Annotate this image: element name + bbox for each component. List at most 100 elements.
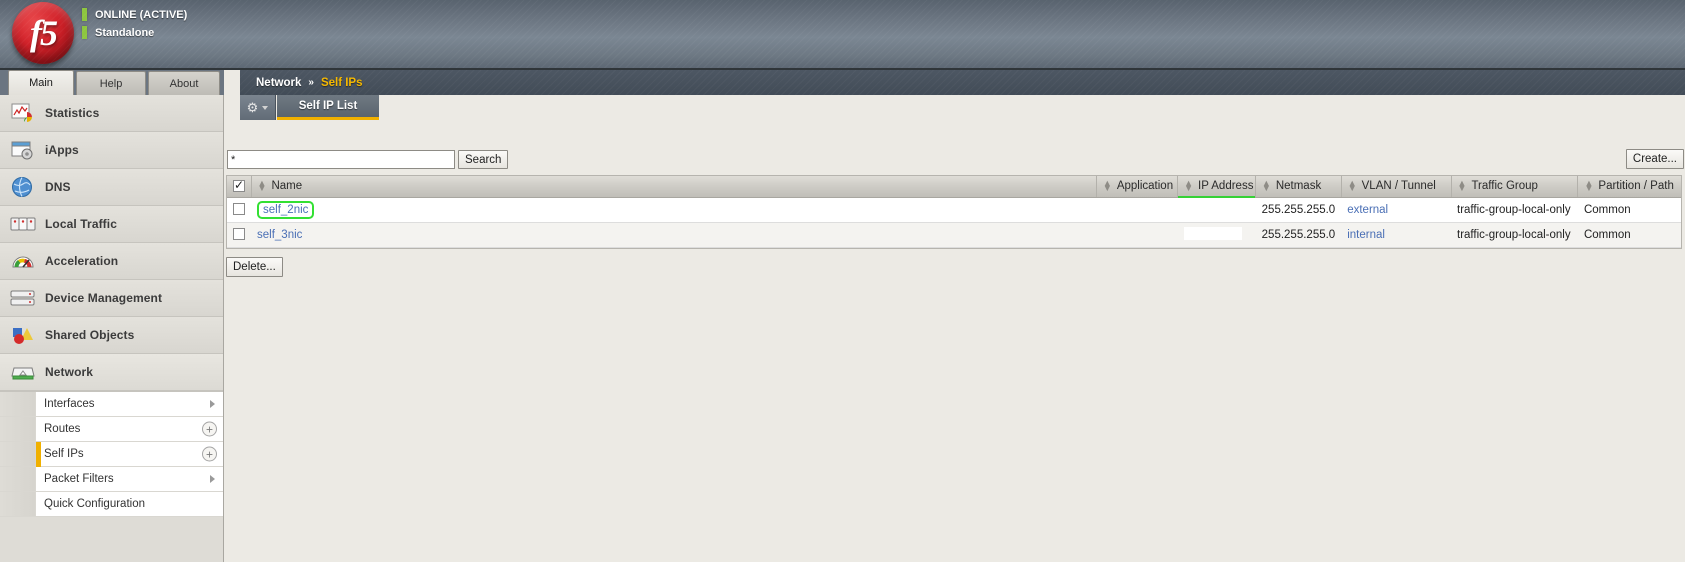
chevron-down-icon bbox=[262, 105, 269, 110]
sidebar-item-network[interactable]: Network bbox=[0, 354, 223, 391]
plus-circle-icon[interactable]: + bbox=[202, 446, 217, 462]
tab-main[interactable]: Main bbox=[8, 70, 74, 95]
sidebar-item-label: iApps bbox=[45, 143, 79, 157]
device-status-block: ONLINE (ACTIVE) Standalone bbox=[82, 7, 187, 43]
row-checkbox[interactable] bbox=[233, 228, 245, 241]
gear-icon: ⚙ bbox=[246, 100, 259, 115]
cell-netmask: 255.255.255.0 bbox=[1255, 197, 1342, 223]
cell-application bbox=[1096, 222, 1178, 248]
sort-icon: ▲ ▼ bbox=[1457, 178, 1467, 194]
search-button[interactable]: Search bbox=[458, 150, 509, 169]
sidebar-subitem-interfaces[interactable]: Interfaces bbox=[0, 392, 223, 417]
primary-nav-tabs: Main Help About bbox=[0, 70, 224, 95]
statistics-icon bbox=[10, 101, 36, 125]
column-header-partition-path[interactable]: ▲ ▼ Partition / Path bbox=[1577, 176, 1681, 198]
sidebar: Statistics iApps DNS Local Traffic Accel… bbox=[0, 95, 224, 562]
sidebar-subitem-self-ips[interactable]: Self IPs + bbox=[0, 442, 223, 467]
breadcrumb-current: Self IPs bbox=[320, 76, 363, 89]
app-header: f5 ONLINE (ACTIVE) Standalone bbox=[0, 0, 1685, 70]
sidebar-item-shared-objects[interactable]: Shared Objects bbox=[0, 317, 223, 354]
sidebar-subitem-label: Routes bbox=[44, 423, 81, 435]
sort-icon: ▲ ▼ bbox=[1584, 178, 1594, 194]
cell-vlan-tunnel: internal bbox=[1341, 222, 1452, 248]
sidebar-item-label: Acceleration bbox=[45, 254, 119, 268]
shared-objects-icon bbox=[10, 323, 36, 347]
sidebar-subitem-packet-filters[interactable]: Packet Filters bbox=[0, 467, 223, 492]
column-header-label: IP Address bbox=[1198, 180, 1254, 193]
tab-about[interactable]: About bbox=[148, 71, 220, 95]
vlan-link[interactable]: internal bbox=[1347, 229, 1385, 241]
tab-self-ip-list[interactable]: Self IP List bbox=[277, 95, 379, 120]
local-traffic-icon bbox=[10, 212, 36, 236]
cell-ip-address bbox=[1177, 222, 1256, 248]
search-input[interactable] bbox=[227, 150, 455, 169]
table-header-row: ▲▼ Name ▲▼ Application ▲▼ IP Address ▲▼ Netm… bbox=[227, 176, 1681, 198]
sidebar-item-label: Network bbox=[45, 365, 94, 379]
delete-button[interactable]: Delete... bbox=[226, 257, 283, 277]
self-ip-link[interactable]: self_2nic bbox=[263, 204, 308, 216]
sidebar-item-local-traffic[interactable]: Local Traffic bbox=[0, 206, 223, 243]
sidebar-item-label: Local Traffic bbox=[45, 217, 117, 231]
submenu-rail bbox=[0, 417, 36, 441]
cell-name: self_3nic bbox=[251, 222, 1097, 248]
status-indicator-icon bbox=[82, 8, 87, 21]
self-ip-link[interactable]: self_3nic bbox=[257, 229, 302, 241]
page-tabstrip: ⚙ Self IP List bbox=[240, 95, 1685, 120]
column-header-application[interactable]: ▲ ▼ Application bbox=[1096, 176, 1179, 198]
gear-menu-button[interactable]: ⚙ bbox=[240, 95, 276, 120]
row-select-cell bbox=[227, 222, 252, 248]
acceleration-gauge-icon bbox=[10, 249, 36, 273]
cell-partition-path: Common bbox=[1577, 222, 1681, 248]
table-row[interactable]: self_3nic 255.255.255.0 internal traffic… bbox=[227, 222, 1681, 248]
column-header-traffic-group[interactable]: ▲ ▼ Traffic Group bbox=[1451, 176, 1579, 198]
sort-icon: ▲ ▼ bbox=[1102, 178, 1112, 194]
breadcrumb-root[interactable]: Network bbox=[256, 77, 301, 89]
column-header-netmask[interactable]: ▲ ▼ Netmask bbox=[1255, 176, 1342, 198]
chevron-right-icon bbox=[210, 475, 215, 483]
select-all-checkbox[interactable] bbox=[233, 178, 245, 193]
tab-help[interactable]: Help bbox=[76, 71, 146, 95]
sidebar-item-acceleration[interactable]: Acceleration bbox=[0, 243, 223, 280]
cell-partition-path: Common bbox=[1577, 197, 1681, 223]
sidebar-item-dns[interactable]: DNS bbox=[0, 169, 223, 206]
column-header-label: Partition / Path bbox=[1598, 180, 1674, 193]
main-content: Network » Self IPs ⚙ Self IP List Search… bbox=[224, 70, 1685, 562]
status-secondary-label: Standalone bbox=[95, 26, 155, 39]
iapps-icon bbox=[10, 138, 36, 162]
table-body: self_2nic 255.255.255.0 external traffic… bbox=[227, 197, 1681, 248]
status-primary-label: ONLINE (ACTIVE) bbox=[95, 8, 188, 21]
sort-icon: ▲ ▼ bbox=[257, 178, 267, 194]
row-checkbox[interactable] bbox=[233, 203, 245, 216]
sidebar-subitem-quick-configuration[interactable]: Quick Configuration bbox=[0, 492, 223, 517]
dns-globe-icon bbox=[10, 175, 36, 199]
sidebar-subitem-label: Quick Configuration bbox=[44, 498, 145, 510]
self-ip-table: ▲▼ Name ▲▼ Application ▲▼ IP Address ▲▼ Netm… bbox=[227, 176, 1681, 248]
plus-circle-icon[interactable]: + bbox=[202, 421, 217, 437]
vlan-link[interactable]: external bbox=[1347, 204, 1388, 216]
cell-name: self_2nic bbox=[251, 197, 1097, 223]
column-header-name[interactable]: ▲ ▼ Name bbox=[251, 176, 1097, 198]
table-row[interactable]: self_2nic 255.255.255.0 external traffic… bbox=[227, 197, 1681, 223]
cell-netmask: 255.255.255.0 bbox=[1255, 222, 1342, 248]
sidebar-item-statistics[interactable]: Statistics bbox=[0, 95, 223, 132]
cell-vlan-tunnel: external bbox=[1341, 197, 1452, 223]
status-line-primary: ONLINE (ACTIVE) bbox=[82, 7, 187, 22]
table-header: ▲▼ Name ▲▼ Application ▲▼ IP Address ▲▼ Netm… bbox=[227, 176, 1681, 198]
name-highlight-box: self_2nic bbox=[257, 200, 315, 219]
sidebar-item-label: Statistics bbox=[45, 106, 100, 120]
sidebar-item-label: Device Management bbox=[45, 291, 163, 305]
create-button[interactable]: Create... bbox=[1625, 149, 1684, 169]
sidebar-subitem-routes[interactable]: Routes + bbox=[0, 417, 223, 442]
column-header-ip-address[interactable]: ▲ ▼ IP Address bbox=[1177, 176, 1256, 198]
sidebar-item-device-management[interactable]: Device Management bbox=[0, 280, 223, 317]
column-header-vlan-tunnel[interactable]: ▲ ▼ VLAN / Tunnel bbox=[1341, 176, 1452, 198]
status-line-secondary: Standalone bbox=[82, 25, 187, 40]
sort-icon: ▲ ▼ bbox=[1261, 178, 1271, 194]
column-header-label: Application bbox=[1116, 180, 1174, 193]
sidebar-item-iapps[interactable]: iApps bbox=[0, 132, 223, 169]
sidebar-subitem-label: Interfaces bbox=[44, 398, 95, 410]
chevron-right-icon bbox=[210, 400, 215, 408]
redacted-value bbox=[1183, 201, 1242, 215]
sort-icon: ▲ ▼ bbox=[1184, 178, 1194, 194]
network-submenu: Interfaces Routes + Self IPs + Packet Fi… bbox=[0, 391, 223, 517]
